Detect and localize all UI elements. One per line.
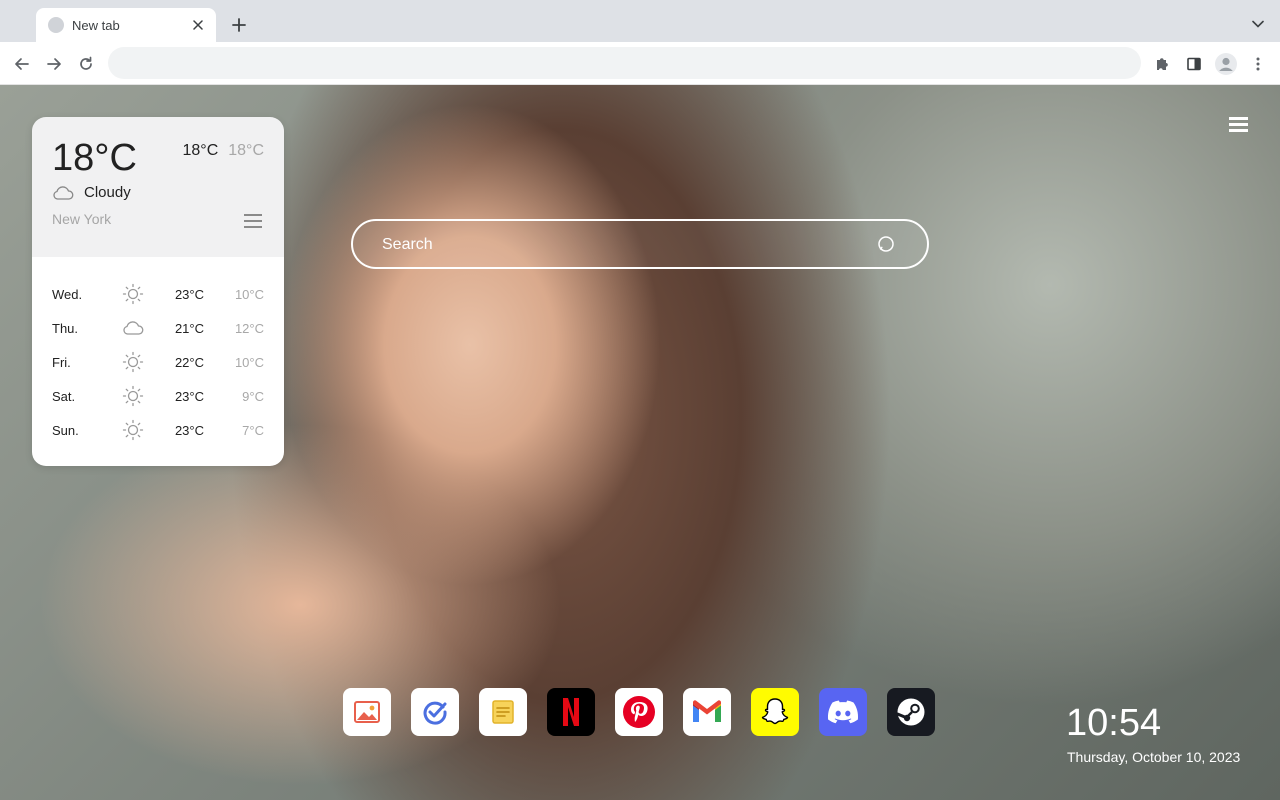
hamburger-icon-bar bbox=[1229, 117, 1248, 120]
tab-close-button[interactable] bbox=[190, 17, 206, 33]
checkmark-circle-icon bbox=[423, 701, 447, 725]
kebab-menu-icon bbox=[1256, 57, 1260, 71]
steam-icon bbox=[896, 698, 925, 726]
profile-button[interactable] bbox=[1213, 51, 1239, 77]
weather-current: 18°C 18°C 18°C Cloudy New York bbox=[32, 117, 284, 257]
snapchat-icon bbox=[761, 698, 789, 725]
today-high-low: 18°C 18°C bbox=[183, 142, 265, 160]
forecast-row: Fri. 22°C 10°C bbox=[52, 345, 264, 379]
forecast-low: 7°C bbox=[242, 422, 264, 438]
tab-strip: New tab bbox=[0, 0, 1280, 42]
shortcut-snapchat[interactable] bbox=[751, 688, 799, 736]
side-panel-button[interactable] bbox=[1181, 51, 1207, 77]
hamburger-icon-bar bbox=[244, 226, 262, 228]
extensions-button[interactable] bbox=[1149, 51, 1175, 77]
forward-button[interactable] bbox=[41, 51, 67, 77]
reload-button[interactable] bbox=[73, 51, 99, 77]
forecast-high: 23°C bbox=[174, 286, 204, 302]
close-icon bbox=[193, 20, 203, 30]
forecast-low: 12°C bbox=[234, 320, 264, 336]
hamburger-icon-bar bbox=[244, 214, 262, 216]
new-tab-button[interactable] bbox=[228, 14, 250, 36]
forecast-low: 9°C bbox=[242, 388, 264, 404]
forecast-high: 21°C bbox=[174, 320, 204, 336]
shortcut-steam[interactable] bbox=[887, 688, 935, 736]
sun-icon bbox=[120, 351, 146, 373]
cloud-icon bbox=[53, 185, 74, 200]
new-tab-page: 18°C 18°C 18°C Cloudy New York Wed. 23°C… bbox=[0, 85, 1280, 800]
address-bar-input[interactable] bbox=[108, 47, 1141, 79]
tab-new-tab[interactable]: New tab bbox=[36, 8, 216, 42]
sun-icon bbox=[120, 283, 146, 305]
forecast-low: 10°C bbox=[234, 354, 264, 370]
shortcut-dock bbox=[343, 688, 935, 736]
current-temperature: 18°C bbox=[52, 137, 137, 179]
notes-icon bbox=[492, 700, 514, 724]
browser-toolbar bbox=[0, 42, 1280, 85]
discord-icon bbox=[827, 700, 859, 724]
weather-widget: 18°C 18°C 18°C Cloudy New York Wed. 23°C… bbox=[32, 117, 284, 466]
shortcut-tasks[interactable] bbox=[411, 688, 459, 736]
gmail-icon bbox=[693, 700, 721, 722]
shortcut-photos[interactable] bbox=[343, 688, 391, 736]
forecast-high: 22°C bbox=[174, 354, 204, 370]
search-input[interactable] bbox=[382, 231, 862, 259]
weather-menu-button[interactable] bbox=[244, 214, 262, 230]
weather-city: New York bbox=[52, 211, 112, 227]
forecast-row: Sun. 23°C 7°C bbox=[52, 413, 264, 447]
forecast-row: Thu. 21°C 12°C bbox=[52, 311, 264, 345]
back-button[interactable] bbox=[9, 51, 35, 77]
weather-condition: Cloudy bbox=[52, 184, 131, 201]
forecast-high: 23°C bbox=[174, 388, 204, 404]
forecast-day: Sun. bbox=[52, 422, 79, 438]
forecast-high: 23°C bbox=[174, 422, 204, 438]
forecast-day: Thu. bbox=[52, 320, 79, 336]
netflix-icon bbox=[563, 698, 579, 726]
forecast-day: Fri. bbox=[52, 354, 71, 370]
shortcut-netflix[interactable] bbox=[547, 688, 595, 736]
sun-icon bbox=[120, 385, 146, 407]
image-gallery-icon bbox=[354, 701, 380, 723]
cloud-icon bbox=[120, 317, 146, 339]
forecast-row: Sat. 23°C 9°C bbox=[52, 379, 264, 413]
plus-icon bbox=[232, 18, 246, 32]
avatar-icon bbox=[1215, 53, 1237, 75]
search-icon[interactable] bbox=[877, 235, 897, 255]
side-panel-icon bbox=[1187, 57, 1201, 71]
browser-menu-button[interactable] bbox=[1245, 51, 1271, 77]
forecast-day: Wed. bbox=[52, 286, 83, 302]
tab-favicon-icon bbox=[48, 17, 64, 33]
shortcut-discord[interactable] bbox=[819, 688, 867, 736]
today-low: 18°C bbox=[228, 142, 264, 159]
tab-search-button[interactable] bbox=[1248, 14, 1268, 34]
hamburger-icon-bar bbox=[244, 220, 262, 222]
clock-time: 10:54 bbox=[1066, 702, 1162, 744]
forecast-day: Sat. bbox=[52, 388, 76, 404]
hamburger-icon-bar bbox=[1229, 129, 1248, 132]
today-high: 18°C bbox=[182, 142, 219, 159]
pinterest-icon bbox=[623, 696, 655, 728]
arrow-left-icon bbox=[15, 58, 29, 70]
hamburger-icon-bar bbox=[1229, 123, 1248, 126]
search-box[interactable] bbox=[351, 219, 929, 269]
sun-icon bbox=[120, 419, 146, 441]
forecast-row: Wed. 23°C 10°C bbox=[52, 277, 264, 311]
shortcut-pinterest[interactable] bbox=[615, 688, 663, 736]
clock-date: Thursday, October 10, 2023 bbox=[1067, 749, 1241, 765]
weather-condition-label: Cloudy bbox=[84, 184, 131, 201]
tab-title: New tab bbox=[72, 17, 120, 33]
reload-icon bbox=[80, 56, 92, 70]
shortcut-gmail[interactable] bbox=[683, 688, 731, 736]
puzzle-piece-icon bbox=[1157, 58, 1168, 70]
chevron-down-icon bbox=[1252, 20, 1264, 28]
shortcut-notes[interactable] bbox=[479, 688, 527, 736]
page-menu-button[interactable] bbox=[1229, 117, 1248, 133]
forecast-low: 10°C bbox=[234, 286, 264, 302]
weather-forecast: Wed. 23°C 10°C Thu. 21°C 12°C Fri. 22°C … bbox=[32, 257, 284, 466]
arrow-right-icon bbox=[47, 58, 61, 70]
